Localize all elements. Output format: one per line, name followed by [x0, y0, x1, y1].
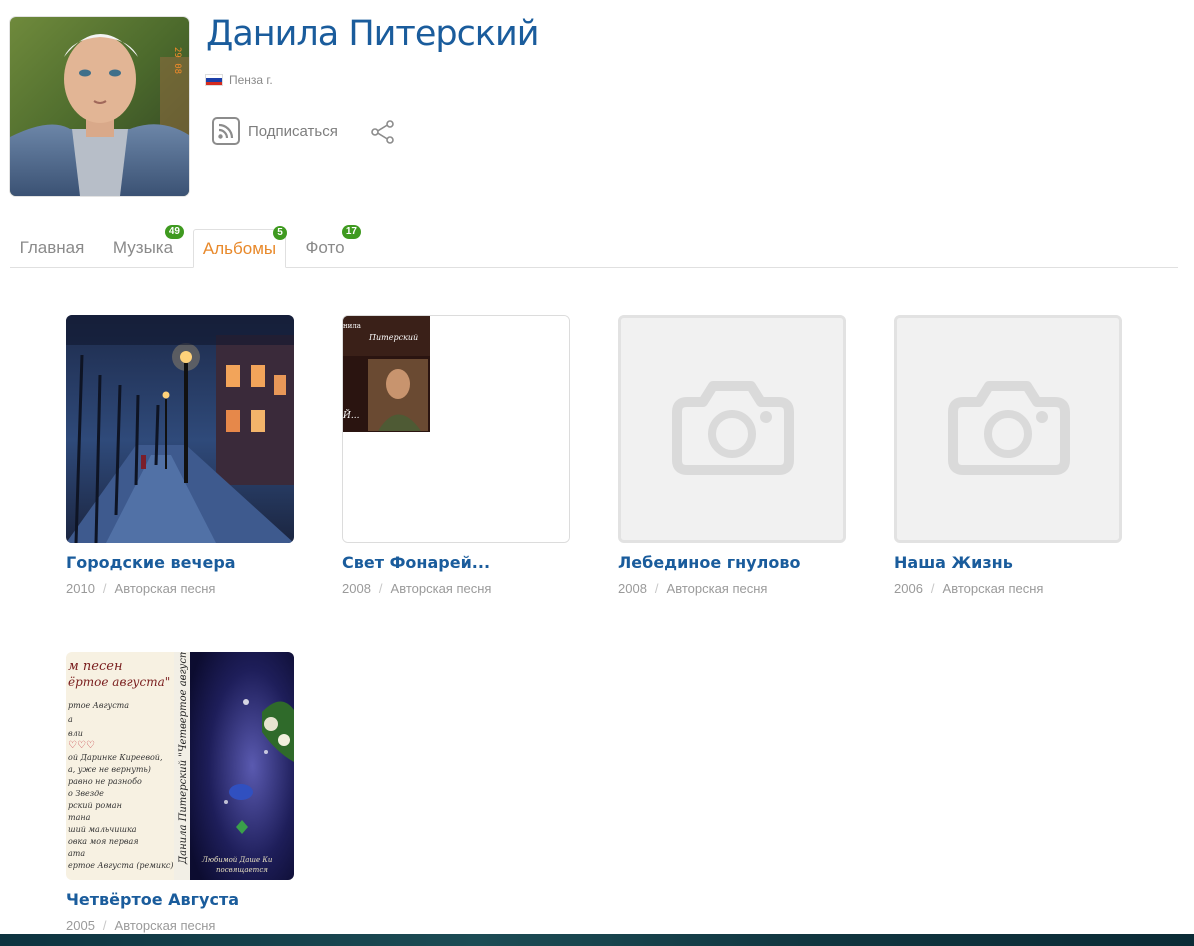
svg-text:ата: ата [68, 849, 85, 858]
svg-text:равно не разнобо: равно не разнобо [68, 777, 142, 786]
album-cover[interactable] [618, 315, 846, 543]
album-year: 2008 [342, 581, 371, 596]
album-genre[interactable]: Авторская песня [115, 581, 216, 596]
profile-location: Пенза г. [206, 73, 273, 87]
rss-icon [212, 117, 240, 145]
svg-text:вли: вли [68, 729, 83, 738]
tab-music-badge: 49 [164, 225, 184, 239]
meta-separator: / [378, 581, 383, 596]
profile-tabs: Главная Музыка 49 Альбомы 5 Фото 17 [10, 225, 1178, 268]
album-title[interactable]: Наша Жизнь [894, 553, 1122, 572]
album-cover[interactable] [66, 315, 294, 543]
svg-text:♡♡♡: ♡♡♡ [68, 740, 95, 751]
svg-text:ший мальчишка: ший мальчишка [68, 825, 137, 834]
svg-text:тана: тана [68, 813, 91, 822]
tab-albums-badge: 5 [273, 226, 287, 240]
album-card: Наша Жизнь 2006 / Авторская песня [894, 315, 1122, 596]
tab-music[interactable]: Музыка 49 [108, 225, 184, 267]
album-meta: 2008 / Авторская песня [618, 581, 846, 596]
camera-placeholder-icon [621, 318, 843, 540]
album-card: Городские вечера 2010 / Авторская песня [66, 315, 294, 596]
footer-background [0, 934, 1194, 946]
album-meta: 2010 / Авторская песня [66, 581, 294, 596]
svg-text:29 08: 29 08 [172, 47, 182, 74]
album-meta: 2008 / Авторская песня [342, 581, 570, 596]
tab-main-label: Главная [19, 238, 85, 257]
album-genre[interactable]: Авторская песня [115, 918, 216, 933]
tab-music-label: Музыка [112, 238, 174, 257]
meta-separator: / [102, 581, 107, 596]
avatar-photo: 29 08 [10, 17, 189, 196]
svg-text:а, уже не вернуть): а, уже не вернуть) [68, 765, 151, 774]
profile-avatar[interactable]: 29 08 [10, 17, 189, 196]
tab-photos-label: Фото [305, 238, 345, 257]
night-street-painting [66, 315, 294, 543]
album-year: 2010 [66, 581, 95, 596]
album-genre[interactable]: Авторская песня [943, 581, 1044, 596]
profile-name: Данила Питерский [206, 14, 539, 54]
tab-photos[interactable]: Фото 17 [302, 225, 361, 267]
album-card: м песен ёртое августа" ртое Августа а вл… [66, 652, 294, 933]
cassette-cover: м песен ёртое августа" ртое Августа а вл… [66, 652, 294, 880]
svg-text:ой Даринке Киреевой,: ой Даринке Киреевой, [68, 753, 162, 762]
tab-main[interactable]: Главная [10, 229, 94, 267]
album-cover[interactable] [894, 315, 1122, 543]
album-year: 2005 [66, 918, 95, 933]
meta-separator: / [654, 581, 659, 596]
svg-text:Й...: Й... [343, 409, 360, 421]
share-button[interactable] [370, 120, 396, 149]
svg-text:м песен: м песен [68, 659, 123, 674]
album-meta: 2005 / Авторская песня [66, 918, 294, 933]
svg-text:а: а [68, 715, 73, 724]
album-title[interactable]: Лебединое гнулово [618, 553, 846, 572]
album-title[interactable]: Городские вечера [66, 553, 294, 572]
svg-text:Данила Питерский "Четвертое ав: Данила Питерский "Четвертое августа" [178, 652, 189, 865]
meta-separator: / [102, 918, 107, 933]
svg-text:ртое Августа: ртое Августа [68, 701, 129, 710]
svg-text:овка моя первая: овка моя первая [68, 837, 139, 846]
album-meta: 2006 / Авторская песня [894, 581, 1122, 596]
share-icon [371, 120, 394, 144]
svg-text:о Звезде: о Звезде [68, 789, 104, 798]
svg-text:ертое Августа (ремикс): ертое Августа (ремикс) [68, 861, 173, 870]
camera-placeholder-icon [897, 318, 1119, 540]
album-title[interactable]: Свет Фонарей... [342, 553, 570, 572]
location-label: Пенза г. [229, 73, 273, 87]
tab-albums[interactable]: Альбомы 5 [193, 226, 287, 268]
album-genre[interactable]: Авторская песня [391, 581, 492, 596]
svg-text:рский роман: рский роман [68, 801, 122, 810]
svg-text:ёртое августа": ёртое августа" [68, 675, 170, 689]
album-title[interactable]: Четвёртое Августа [66, 890, 294, 909]
album-year: 2008 [618, 581, 647, 596]
album-cover[interactable]: м песен ёртое августа" ртое Августа а вл… [66, 652, 294, 880]
russia-flag-icon [206, 75, 222, 85]
album-cover[interactable]: Питерский нила Й... [342, 315, 570, 543]
tab-photos-badge: 17 [341, 225, 361, 239]
svg-text:посвящается: посвящается [216, 866, 268, 874]
meta-separator: / [930, 581, 935, 596]
album-genre[interactable]: Авторская песня [667, 581, 768, 596]
subscribe-button[interactable]: Подписаться [212, 117, 338, 145]
svg-text:Любимой Даше Ки: Любимой Даше Ки [201, 856, 273, 864]
album-year: 2006 [894, 581, 923, 596]
tab-albums-label: Альбомы [202, 238, 277, 258]
album-card: Лебединое гнулово 2008 / Авторская песня [618, 315, 846, 596]
svg-text:Питерский: Питерский [368, 333, 418, 342]
portrait-thumbnail: Питерский нила Й... [343, 316, 569, 542]
album-card: Питерский нила Й... Свет Фонарей... 2008… [342, 315, 570, 596]
subscribe-label: Подписаться [248, 122, 338, 140]
svg-text:нила: нила [343, 322, 361, 330]
